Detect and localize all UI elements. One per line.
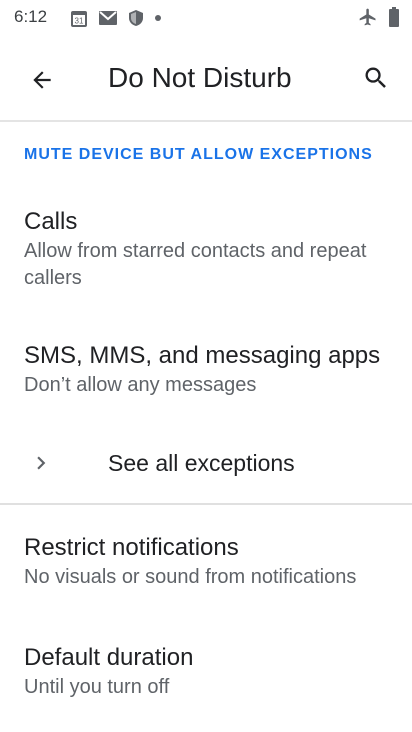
page-title: Do Not Disturb (108, 62, 292, 93)
back-arrow-icon (33, 71, 51, 89)
messages-setting[interactable]: SMS, MMS, and messaging apps Don’t allow… (0, 330, 412, 410)
chevron-right-icon (37, 456, 46, 470)
status-time: 6:12 (14, 7, 48, 26)
restrict-notifications-setting[interactable]: Restrict notifications No visuals or sou… (0, 522, 412, 602)
calendar-icon: 31 (71, 11, 87, 27)
default-duration-title: Default duration (24, 644, 194, 671)
calls-title: Calls (24, 208, 78, 235)
calendar-day: 31 (75, 17, 84, 26)
calls-setting[interactable]: Calls Allow from starred contacts and re… (0, 196, 412, 306)
battery-icon (389, 7, 399, 27)
section-header: MUTE DEVICE BUT ALLOW EXCEPTIONS (24, 146, 373, 163)
search-icon (365, 67, 386, 88)
see-all-exceptions-button[interactable]: See all exceptions (0, 430, 412, 500)
default-duration-setting[interactable]: Default duration Until you turn off (0, 632, 412, 712)
airplane-icon (359, 8, 376, 26)
restrict-notifications-subtitle: No visuals or sound from notifications (24, 566, 357, 588)
see-all-exceptions-label: See all exceptions (108, 450, 295, 476)
gmail-icon (99, 11, 117, 25)
dot-icon (155, 15, 161, 21)
status-bar: 6:12 31 (0, 0, 412, 36)
search-button[interactable] (356, 58, 396, 98)
messages-subtitle: Don’t allow any messages (24, 374, 257, 396)
system-icons (358, 7, 400, 27)
restrict-notifications-title: Restrict notifications (24, 534, 239, 561)
default-duration-subtitle: Until you turn off (24, 676, 170, 698)
messages-title: SMS, MMS, and messaging apps (24, 342, 381, 369)
notification-icons: 31 (70, 8, 162, 28)
app-bar: Do Not Disturb (0, 36, 412, 120)
calls-subtitle: Allow from starred contacts and repeat c… (24, 240, 367, 289)
shield-icon (129, 10, 143, 26)
app-bar-divider (0, 120, 412, 122)
back-button[interactable] (22, 60, 62, 100)
section-divider (0, 503, 412, 505)
